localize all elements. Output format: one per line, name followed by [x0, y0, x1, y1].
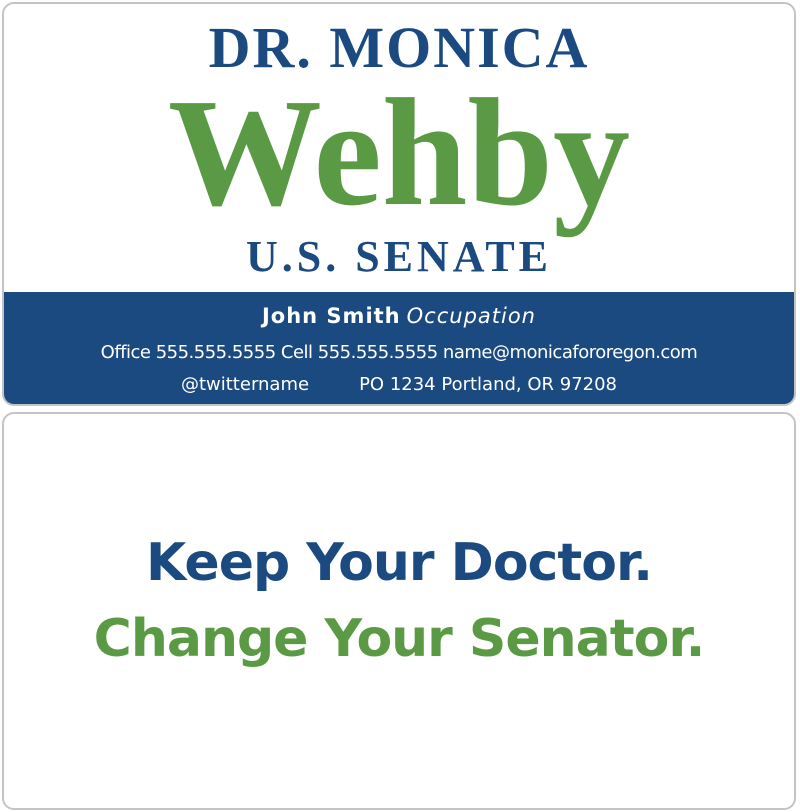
mailing-address: PO 1234 Portland, OR 97208 [359, 374, 618, 395]
contact-phones-row: Office 555.555.5555 Cell 555.555.5555 na… [100, 342, 698, 363]
candidate-surname: Wehby [167, 68, 631, 238]
contact-name-row: John Smith Occupation [4, 302, 794, 330]
person-occupation: Occupation [406, 304, 536, 328]
business-card-front: DR. MONICA Wehby U.S. SENATE John Smith O… [2, 2, 796, 406]
contact-band: John Smith Occupation Office 555.555.5555… [4, 292, 794, 404]
person-name: John Smith [261, 304, 401, 328]
twitter-handle: @twittername [180, 374, 310, 395]
candidate-name-block: DR. MONICA Wehby U.S. SENATE [4, 4, 794, 292]
slogan-line-2: Change Your Senator. [93, 609, 706, 669]
office-title: U.S. SENATE [245, 232, 553, 281]
contact-social-row: @twittername PO 1234 Portland, OR 97208 [4, 372, 794, 398]
slogan-line-1: Keep Your Doctor. [146, 533, 653, 593]
business-card-back: Keep Your Doctor. Change Your Senator. [2, 412, 796, 810]
